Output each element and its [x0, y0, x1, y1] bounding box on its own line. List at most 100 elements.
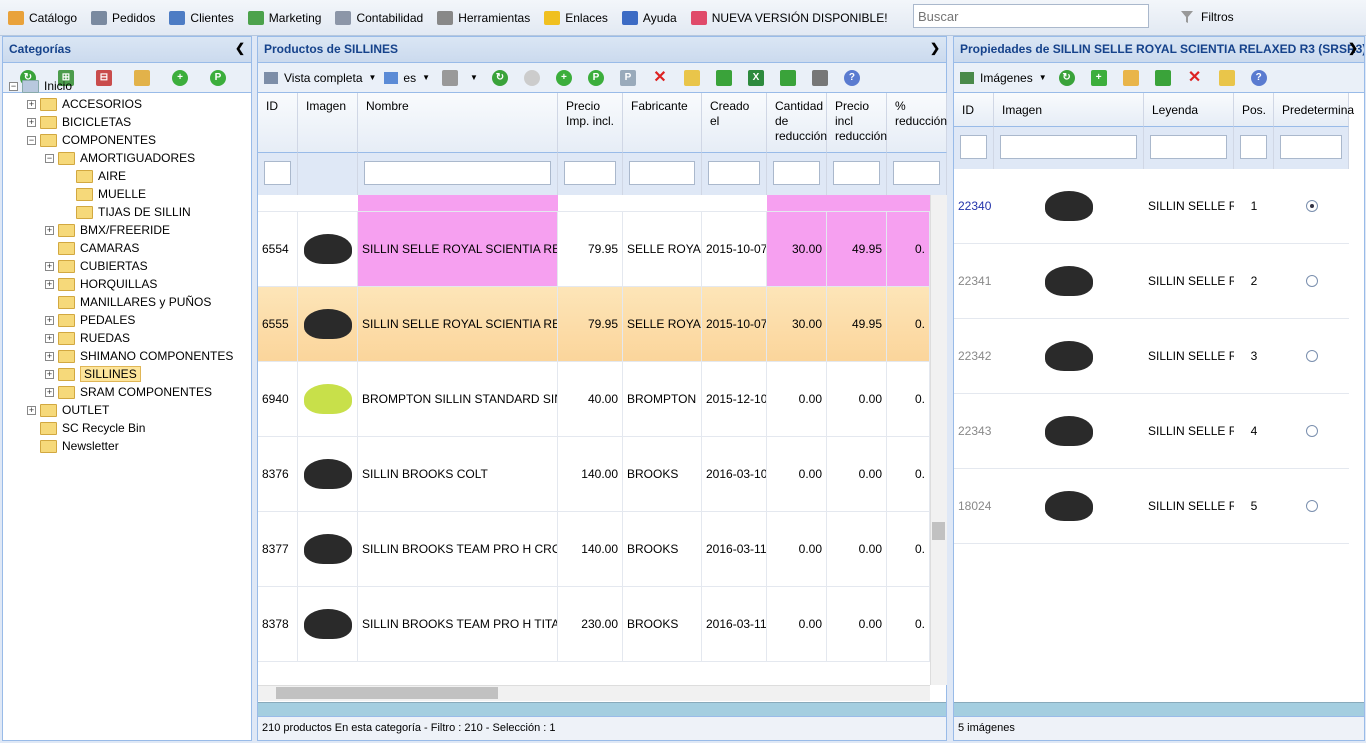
copy-icon[interactable]	[1154, 69, 1171, 86]
column-filter-input[interactable]	[1240, 135, 1267, 159]
column-filter-input[interactable]	[773, 161, 820, 185]
chevron-down-icon[interactable]: ▼	[470, 73, 478, 82]
tree-node[interactable]: + ACCESORIOS	[27, 95, 142, 113]
grid-cell[interactable]: SILLIN SELLE ROY	[1144, 169, 1234, 244]
column-header[interactable]: Pos.	[1234, 93, 1274, 127]
edit-icon[interactable]	[1218, 69, 1235, 86]
grid-cell[interactable]: 2	[1234, 244, 1274, 319]
grid-cell[interactable]: 79.95	[558, 212, 623, 287]
column-header[interactable]: Predetermina	[1274, 93, 1354, 127]
menu-item[interactable]: Marketing	[247, 10, 321, 25]
add-icon[interactable]: +	[172, 69, 188, 86]
grid-cell[interactable]: 79.95	[558, 287, 623, 362]
expander-icon[interactable]: +	[27, 99, 36, 109]
grid-cell[interactable]: 22341	[954, 244, 994, 319]
grid-cell[interactable]: 140.00	[558, 437, 623, 512]
grid-cell[interactable]: 0.00	[827, 437, 887, 512]
tree-node[interactable]: Newsletter	[27, 437, 119, 455]
menu-item[interactable]: Catálogo	[8, 10, 77, 25]
grid-cell[interactable]: 22343	[954, 394, 994, 469]
column-header[interactable]: Creado el	[702, 93, 767, 153]
default-radio-cell[interactable]	[1274, 169, 1349, 244]
grid-cell[interactable]: 2016-03-11	[702, 512, 767, 587]
default-radio[interactable]	[1305, 500, 1318, 512]
print-icon[interactable]	[811, 69, 828, 86]
images-select[interactable]: Imágenes	[980, 71, 1033, 85]
grid-cell[interactable]: BROOKS	[623, 437, 702, 512]
chevron-down-icon[interactable]: ▼	[422, 73, 430, 82]
grid-cell[interactable]: 0.00	[827, 362, 887, 437]
grid-cell[interactable]: 22342	[954, 319, 994, 394]
collapse-right-icon[interactable]: ❯	[1348, 41, 1358, 55]
menu-item[interactable]: Clientes	[169, 10, 234, 25]
expander-icon[interactable]: +	[27, 117, 36, 127]
refresh-icon[interactable]: ↻	[491, 69, 508, 86]
grid-cell[interactable]: 0.00	[767, 437, 827, 512]
tree-node[interactable]: − AMORTIGUADORES	[45, 149, 195, 167]
menu-item[interactable]: Herramientas	[437, 10, 530, 25]
tree-node[interactable]: + SRAM COMPONENTES	[45, 383, 212, 401]
grid-cell[interactable]: 0.00	[827, 587, 887, 662]
vertical-scrollbar[interactable]	[930, 195, 947, 685]
grid-cell[interactable]: 0.	[887, 287, 930, 362]
expander-icon[interactable]: +	[27, 405, 36, 415]
cursor-icon[interactable]	[523, 69, 540, 86]
scroll-thumb[interactable]	[276, 687, 498, 699]
language-select[interactable]: es	[403, 71, 416, 85]
column-header[interactable]: Leyenda	[1144, 93, 1234, 127]
expander-icon[interactable]: −	[9, 81, 18, 91]
folder-edit-icon[interactable]	[134, 69, 150, 86]
column-filter-input[interactable]	[264, 161, 291, 185]
grid-cell[interactable]: 1	[1234, 169, 1274, 244]
image-thumbnail[interactable]	[994, 244, 1144, 319]
grid-cell[interactable]: 0.	[887, 512, 930, 587]
grid-cell[interactable]: 2015-12-10	[702, 362, 767, 437]
grid-cell[interactable]: SILLIN SELLE ROYAL SCIENTIA RELAXED	[358, 287, 558, 362]
column-filter-input[interactable]	[564, 161, 616, 185]
grid-cell[interactable]: 8377	[258, 512, 298, 587]
column-filter-input[interactable]	[1150, 135, 1227, 159]
tree-node[interactable]: + HORQUILLAS	[45, 275, 157, 293]
edit-icon[interactable]	[683, 69, 700, 86]
tree-node[interactable]: + BICICLETAS	[27, 113, 131, 131]
tree-node[interactable]: + RUEDAS	[45, 329, 130, 347]
grid-cell[interactable]: SILLIN BROOKS TEAM PRO H TITANIUM	[358, 587, 558, 662]
tree-node[interactable]: + CUBIERTAS	[45, 257, 148, 275]
column-filter-input[interactable]	[960, 135, 987, 159]
image-thumbnail[interactable]	[994, 319, 1144, 394]
menu-item[interactable]: Ayuda	[621, 10, 677, 25]
tree-node[interactable]: CAMARAS	[45, 239, 139, 257]
grid-cell[interactable]: 30.00	[767, 287, 827, 362]
help-icon[interactable]: ?	[843, 69, 860, 86]
grid-cell[interactable]: 0.	[887, 587, 930, 662]
grid-cell[interactable]: 2016-03-11	[702, 587, 767, 662]
chevron-down-icon[interactable]: ▼	[1039, 73, 1047, 82]
filters-button[interactable]: Filtros	[1180, 10, 1234, 24]
tree-node[interactable]: − COMPONENTES	[27, 131, 156, 149]
grid-cell[interactable]: 140.00	[558, 512, 623, 587]
grid-cell[interactable]: SILLIN SELLE ROY	[1144, 319, 1234, 394]
default-radio[interactable]	[1305, 200, 1318, 212]
column-header[interactable]: Imagen	[994, 93, 1144, 127]
chevron-down-icon[interactable]: ▼	[369, 73, 377, 82]
column-filter-input[interactable]	[893, 161, 940, 185]
grid-cell[interactable]: 6940	[258, 362, 298, 437]
grid-cell[interactable]: SILLIN SELLE ROY	[1144, 244, 1234, 319]
default-radio-cell[interactable]	[1274, 394, 1349, 469]
expander-icon[interactable]: −	[45, 153, 54, 163]
column-header[interactable]: % reducción	[887, 93, 947, 153]
column-header[interactable]: Precio Imp. incl.	[558, 93, 623, 153]
menu-item[interactable]: Pedidos	[91, 10, 155, 25]
merge-icon[interactable]	[715, 69, 732, 86]
key-icon[interactable]	[1122, 69, 1139, 86]
grid-cell[interactable]: SILLIN BROOKS COLT	[358, 437, 558, 512]
default-radio-cell[interactable]	[1274, 319, 1349, 394]
grid-cell[interactable]: BROMPTON SILLIN STANDARD SIN PENT	[358, 362, 558, 437]
scroll-thumb[interactable]	[932, 522, 945, 540]
tree-node[interactable]: + SHIMANO COMPONENTES	[45, 347, 233, 365]
image-thumbnail[interactable]	[994, 169, 1144, 244]
grid-cell[interactable]: 8378	[258, 587, 298, 662]
grid-cell[interactable]: SILLIN SELLE ROY	[1144, 469, 1234, 544]
grid-cell[interactable]: 49.95	[827, 287, 887, 362]
grid-cell[interactable]: 49.95	[827, 212, 887, 287]
